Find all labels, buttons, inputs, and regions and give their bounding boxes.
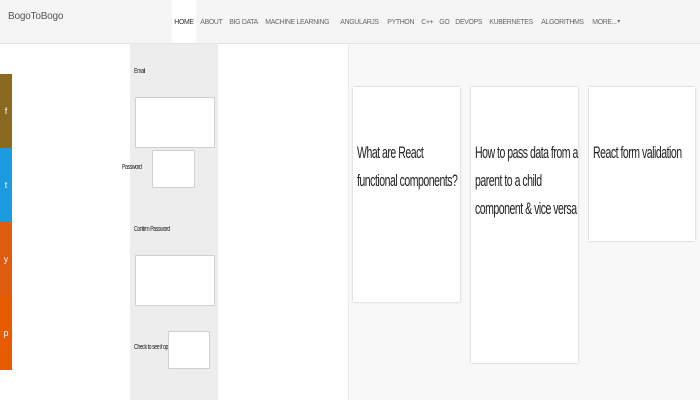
nav-item-about[interactable]: ABOUT [198, 0, 225, 43]
pinterest-icon: p [3, 328, 9, 338]
nav-item-more-label: MORE... [592, 17, 618, 26]
nav-item-devops[interactable]: DEVOPS [453, 0, 484, 43]
confirm-password-field[interactable] [135, 255, 215, 306]
stumbleupon-share-button[interactable]: y [0, 222, 12, 296]
stumbleupon-icon: y [3, 254, 9, 264]
article-card[interactable]: How to pass data from a parent to a chil… [471, 87, 578, 363]
caret-down-icon: ▾ [617, 19, 621, 25]
nav-item-python[interactable]: PYTHON [385, 0, 416, 43]
article-card-title[interactable]: How to pass data from a parent to a chil… [475, 139, 581, 223]
nav-item-angularjs[interactable]: ANGULARJS [338, 0, 381, 43]
email-label: Email [134, 68, 145, 75]
nav-item-machine-learning[interactable]: MACHINE LEARNING [263, 0, 331, 43]
facebook-share-button[interactable]: f [0, 74, 12, 148]
nav-item-cpp[interactable]: C++ [419, 0, 436, 43]
social-share-bar: f t y p [0, 74, 12, 370]
confirm-password-label: Confirm Password [134, 226, 170, 233]
article-card-title[interactable]: React form validation [593, 139, 698, 167]
twitter-share-button[interactable]: t [0, 148, 12, 222]
nav-item-big-data[interactable]: BIG DATA [227, 0, 260, 43]
content-area: What are React functional components? Ho… [348, 44, 700, 400]
facebook-icon: f [4, 106, 8, 116]
nav-item-kubernetes[interactable]: KUBERNETES [487, 0, 535, 43]
article-card[interactable]: What are React functional components? [353, 87, 460, 302]
nav-item-home[interactable]: HOME [172, 0, 197, 43]
pinterest-share-button[interactable]: p [0, 296, 12, 370]
signup-form: Email Password Confirm Password Check to… [122, 44, 218, 400]
top-navbar: BogoToBogo HOME ABOUT BIG DATA MACHINE L… [0, 0, 700, 44]
nav-item-more[interactable]: MORE... ▾ [590, 0, 622, 43]
nav-item-go[interactable]: GO [437, 0, 452, 43]
article-card-title[interactable]: What are React functional components? [357, 139, 463, 195]
brand-logo[interactable]: BogoToBogo [8, 11, 63, 22]
email-field[interactable] [135, 97, 215, 148]
password-field[interactable] [152, 150, 195, 188]
article-card[interactable]: React form validation [589, 87, 695, 241]
twitter-icon: t [4, 180, 8, 190]
optional-field[interactable] [168, 331, 210, 369]
password-label: Password [122, 164, 142, 171]
nav-item-algorithms[interactable]: ALGORITHMS [539, 0, 586, 43]
nav-menu: HOME ABOUT BIG DATA MACHINE LEARNING ANG… [172, 0, 625, 43]
